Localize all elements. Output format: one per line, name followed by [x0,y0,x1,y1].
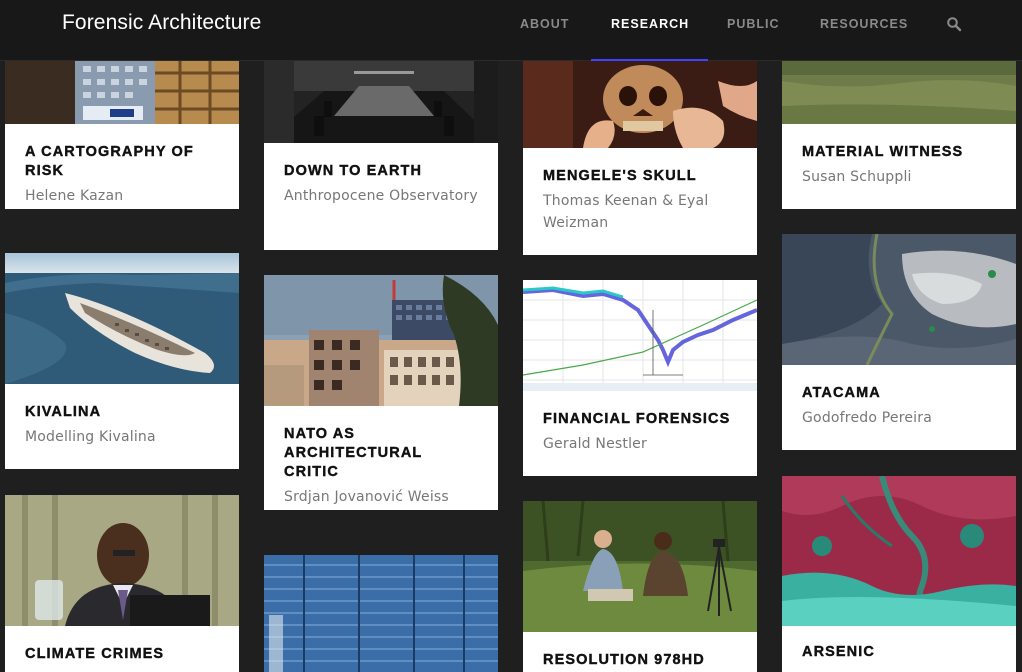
project-title: RESOLUTION 978HD [543,652,705,668]
project-card-nato-as-architectural-critic[interactable]: NATO AS ARCHITECTURAL CRITIC Srdjan Jova… [264,275,498,510]
project-image [5,61,239,124]
nav-research[interactable]: RESEARCH [611,17,689,31]
project-label: FINANCIAL FORENSICS Gerald Nestler [523,391,757,476]
project-author: Gerald Nestler [543,436,647,452]
project-author: Thomas Keenan & Eyal Weizman [543,193,709,231]
project-image [523,280,757,391]
project-title: DOWN TO EARTH [284,163,423,179]
project-title: ARSENIC [802,644,875,660]
nav-about[interactable]: ABOUT [520,17,569,31]
project-card-mengeles-skull[interactable]: MENGELE'S SKULL Thomas Keenan & Eyal Wei… [523,61,757,255]
project-card-material-witness[interactable]: MATERIAL WITNESS Susan Schuppli [782,61,1016,209]
project-label: DOWN TO EARTH Anthropocene Observatory [264,143,498,250]
project-card-climate-crimes[interactable]: CLIMATE CRIMES [5,495,239,672]
search-icon[interactable] [946,16,962,32]
project-card-arsenic[interactable]: ARSENIC [782,476,1016,672]
project-card-cartography-of-risk[interactable]: A CARTOGRAPHY OF RISK Helene Kazan [5,61,239,209]
project-title: NATO AS ARCHITECTURAL CRITIC [284,426,423,480]
project-card-atacama[interactable]: ATACAMA Godofredo Pereira [782,234,1016,450]
project-image [782,234,1016,365]
project-image [782,476,1016,626]
project-title: CLIMATE CRIMES [25,646,165,662]
site-header: Forensic Architecture ABOUT RESEARCH PUB… [0,0,1022,61]
project-label: RESOLUTION 978HD [523,632,757,672]
project-title: A CARTOGRAPHY OF RISK [25,144,194,179]
project-author: Susan Schuppli [802,169,912,185]
page: Forensic Architecture ABOUT RESEARCH PUB… [0,0,1022,672]
project-author: Srdjan Jovanović Weiss [284,489,449,505]
project-image [264,555,498,672]
project-title: KIVALINA [25,404,102,420]
project-label: MENGELE'S SKULL Thomas Keenan & Eyal Wei… [523,148,757,255]
project-image [264,61,498,143]
project-image [5,253,239,384]
nav-resources[interactable]: RESOURCES [820,17,908,31]
project-author: Modelling Kivalina [25,429,156,445]
project-author: Anthropocene Observatory [284,188,478,204]
project-card-data-grid[interactable] [264,555,498,672]
project-label: KIVALINA Modelling Kivalina [5,384,239,469]
project-label: A CARTOGRAPHY OF RISK Helene Kazan [5,124,239,209]
project-label: NATO AS ARCHITECTURAL CRITIC Srdjan Jova… [264,406,498,510]
project-card-financial-forensics[interactable]: FINANCIAL FORENSICS Gerald Nestler [523,280,757,476]
project-card-resolution-978hd[interactable]: RESOLUTION 978HD [523,501,757,672]
project-author: Godofredo Pereira [802,410,933,426]
project-label: CLIMATE CRIMES [5,626,239,672]
project-title: MATERIAL WITNESS [802,144,964,160]
project-label: MATERIAL WITNESS Susan Schuppli [782,124,1016,209]
project-image [523,501,757,632]
project-image [523,61,757,148]
project-title: MENGELE'S SKULL [543,168,697,184]
project-card-kivalina[interactable]: KIVALINA Modelling Kivalina [5,253,239,469]
project-title: FINANCIAL FORENSICS [543,411,731,427]
nav-public[interactable]: PUBLIC [727,17,780,31]
project-image [5,495,239,626]
project-author: Helene Kazan [25,188,124,204]
project-label: ATACAMA Godofredo Pereira [782,365,1016,450]
project-label: ARSENIC [782,626,1016,672]
project-card-down-to-earth[interactable]: DOWN TO EARTH Anthropocene Observatory [264,61,498,250]
project-image [264,275,498,406]
project-title: ATACAMA [802,385,881,401]
active-nav-indicator [591,59,708,61]
main-nav: ABOUT RESEARCH PUBLIC RESOURCES [0,17,1022,31]
project-image [782,61,1016,124]
